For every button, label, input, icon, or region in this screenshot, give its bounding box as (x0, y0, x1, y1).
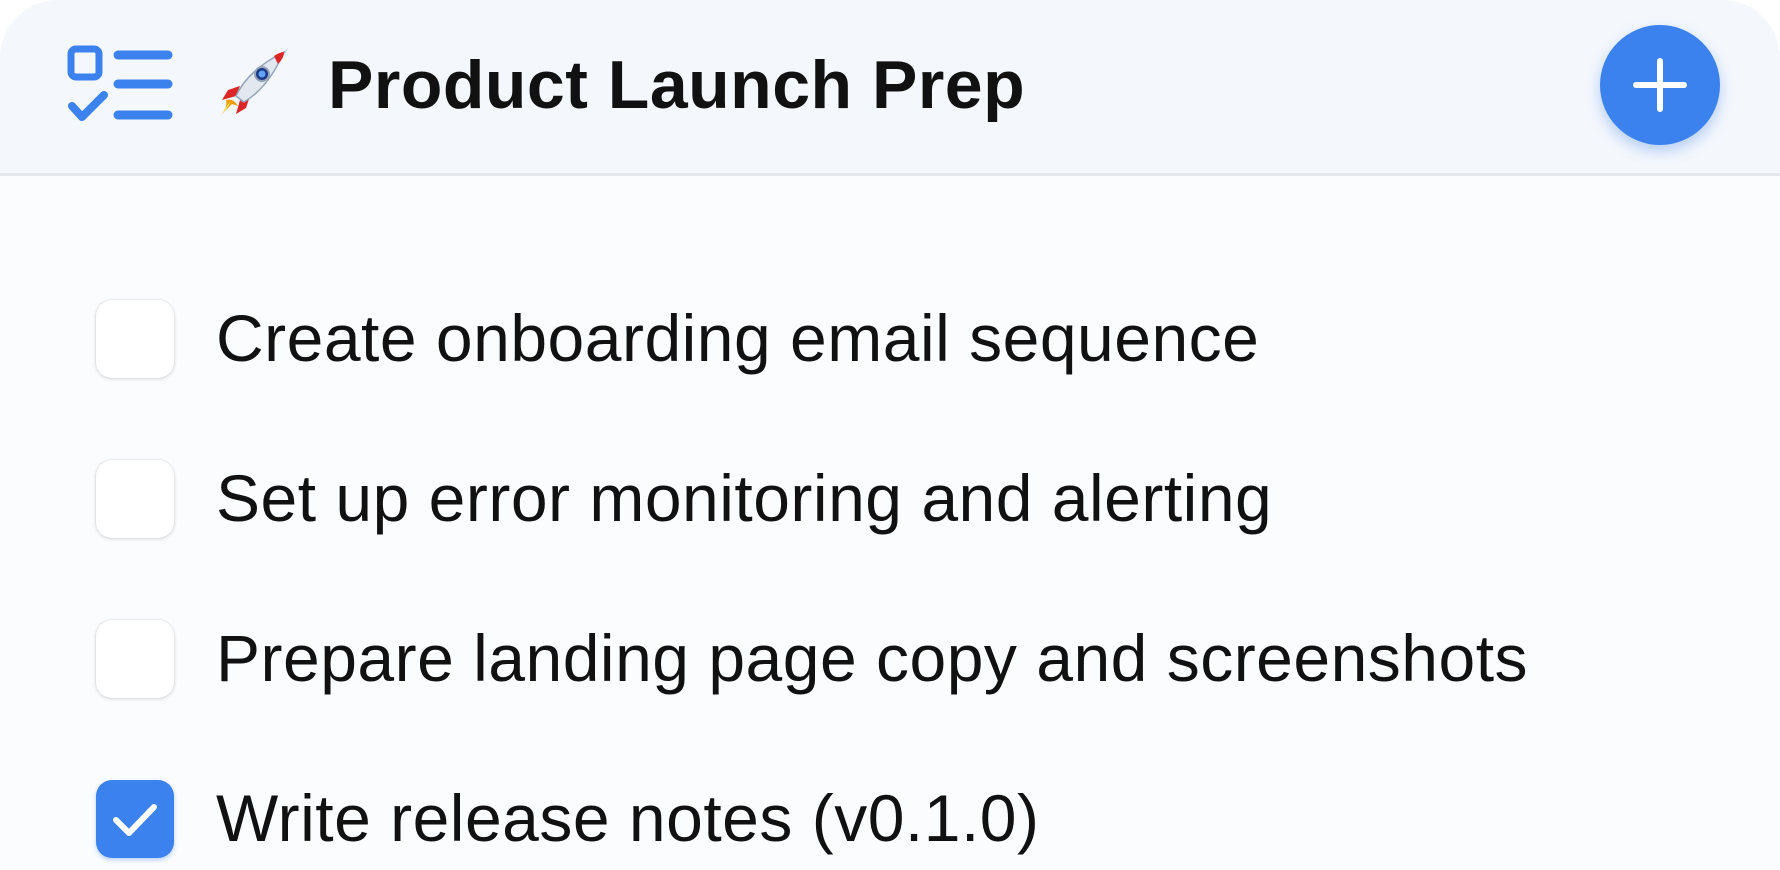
task-label: Set up error monitoring and alerting (216, 461, 1273, 535)
rocket-icon (220, 48, 288, 116)
task-checkbox[interactable] (96, 300, 174, 378)
task-checkbox[interactable] (96, 460, 174, 538)
checkmark-icon (113, 804, 157, 836)
task-item: Write release notes (v0.1.0) (0, 765, 1780, 870)
page-title: Product Launch Prep (328, 47, 1026, 123)
checklist-icon (67, 45, 173, 121)
task-label: Write release notes (v0.1.0) (216, 781, 1040, 855)
task-label: Create onboarding email sequence (216, 301, 1260, 375)
task-label: Prepare landing page copy and screenshot… (216, 621, 1529, 695)
plus-icon (1633, 58, 1687, 112)
task-item: Prepare landing page copy and screenshot… (0, 605, 1780, 715)
app-window: Product Launch Prep Create onboarding em… (0, 0, 1780, 870)
task-item: Create onboarding email sequence (0, 285, 1780, 395)
header-bar: Product Launch Prep (0, 0, 1780, 176)
task-checkbox[interactable] (96, 620, 174, 698)
task-item: Set up error monitoring and alerting (0, 445, 1780, 555)
add-task-button[interactable] (1600, 25, 1720, 145)
task-checkbox-checked[interactable] (96, 780, 174, 858)
